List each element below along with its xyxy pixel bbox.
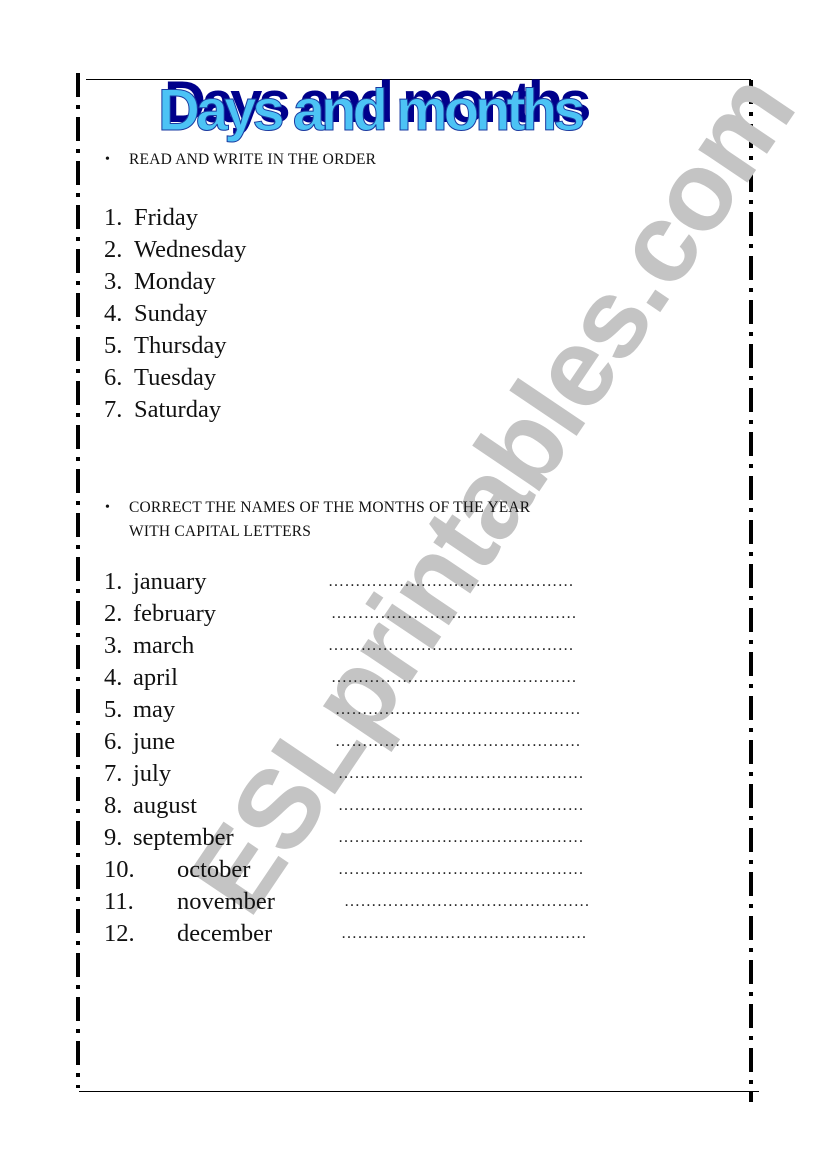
month-item: 11. november ……………………………………… — [104, 886, 724, 918]
answer-blank[interactable]: ……………………………………… — [328, 566, 574, 598]
month-item: 6. june ……………………………………… — [104, 726, 724, 758]
month-item: 12. december ……………………………………… — [104, 918, 724, 950]
month-item: 10. october ……………………………………… — [104, 854, 724, 886]
month-label: november — [177, 888, 275, 915]
months-list: 1. january ……………………………………… 2. february ……………… — [104, 566, 724, 950]
days-instruction-text: READ AND WRITE IN THE ORDER — [129, 151, 377, 168]
title-text: Days and months — [157, 78, 585, 143]
day-label: Thursday — [134, 332, 227, 359]
month-item: 1. january ……………………………………… — [104, 566, 724, 598]
month-item: 2. february ……………………………………… — [104, 598, 724, 630]
page-border-left — [76, 73, 80, 1088]
day-label: Wednesday — [134, 236, 247, 263]
item-number: 12. — [104, 920, 135, 947]
month-label: september — [133, 824, 234, 851]
day-label: Saturday — [134, 396, 222, 423]
month-label: april — [133, 664, 178, 691]
item-number: 1. — [104, 568, 123, 595]
item-number: 2. — [104, 236, 123, 263]
month-item: 8. august ……………………………………… — [104, 790, 724, 822]
day-item: 7. Saturday — [104, 394, 246, 426]
day-item: 1. Friday — [104, 202, 246, 234]
months-instruction-line2: WITH CAPITAL LETTERS — [129, 523, 312, 540]
month-label: august — [133, 792, 197, 819]
month-label: february — [133, 600, 216, 627]
item-number: 3. — [104, 268, 123, 295]
item-number: 10. — [104, 856, 135, 883]
month-label: october — [177, 856, 251, 883]
item-number: 9. — [104, 824, 123, 851]
bottom-rule — [79, 1091, 759, 1092]
page-border-right — [749, 80, 753, 1102]
answer-blank[interactable]: ……………………………………… — [338, 854, 584, 886]
item-number: 1. — [104, 204, 123, 231]
month-label: may — [133, 696, 176, 723]
item-number: 7. — [104, 760, 123, 787]
month-item: 9. september ……………………………………… — [104, 822, 724, 854]
day-item: 5. Thursday — [104, 330, 246, 362]
month-item: 3. march ……………………………………… — [104, 630, 724, 662]
day-label: Tuesday — [134, 364, 217, 391]
month-item: 4. april ……………………………………… — [104, 662, 724, 694]
answer-blank[interactable]: ……………………………………… — [338, 758, 584, 790]
day-item: 4. Sunday — [104, 298, 246, 330]
item-number: 11. — [104, 888, 134, 915]
day-label: Friday — [134, 204, 198, 231]
days-list: 1. Friday 2. Wednesday 3. Monday 4. Sunday 5… — [104, 202, 246, 426]
item-number: 5. — [104, 332, 123, 359]
item-number: 6. — [104, 728, 123, 755]
month-label: july — [133, 760, 172, 787]
month-label: january — [133, 568, 207, 595]
bullet-icon: • — [105, 152, 111, 167]
item-number: 6. — [104, 364, 123, 391]
day-label: Monday — [134, 268, 216, 295]
item-number: 7. — [104, 396, 123, 423]
item-number: 4. — [104, 300, 123, 327]
answer-blank[interactable]: ……………………………………… — [331, 598, 577, 630]
month-label: december — [177, 920, 273, 947]
answer-blank[interactable]: ……………………………………… — [335, 726, 581, 758]
answer-blank[interactable]: ……………………………………… — [344, 886, 590, 918]
item-number: 3. — [104, 632, 123, 659]
months-instruction: • CORRECT THE NAMES OF THE MONTHS OF THE… — [105, 496, 531, 544]
item-number: 5. — [104, 696, 123, 723]
day-item: 6. Tuesday — [104, 362, 246, 394]
days-instruction: • READ AND WRITE IN THE ORDER — [105, 148, 377, 172]
worksheet-title: Days and months Days and months — [150, 72, 710, 143]
day-item: 2. Wednesday — [104, 234, 246, 266]
month-item: 5. may ……………………………………… — [104, 694, 724, 726]
answer-blank[interactable]: ……………………………………… — [331, 662, 577, 694]
day-item: 3. Monday — [104, 266, 246, 298]
answer-blank[interactable]: ……………………………………… — [341, 918, 587, 950]
bullet-icon: • — [105, 500, 111, 515]
month-label: march — [133, 632, 195, 659]
month-item: 7. july ……………………………………… — [104, 758, 724, 790]
answer-blank[interactable]: ……………………………………… — [335, 694, 581, 726]
answer-blank[interactable]: ……………………………………… — [338, 822, 584, 854]
answer-blank[interactable]: ……………………………………… — [328, 630, 574, 662]
months-instruction-line1: CORRECT THE NAMES OF THE MONTHS OF THE Y… — [129, 499, 531, 516]
day-label: Sunday — [134, 300, 208, 327]
answer-blank[interactable]: ……………………………………… — [338, 790, 584, 822]
item-number: 2. — [104, 600, 123, 627]
item-number: 8. — [104, 792, 123, 819]
month-label: june — [133, 728, 176, 755]
item-number: 4. — [104, 664, 123, 691]
